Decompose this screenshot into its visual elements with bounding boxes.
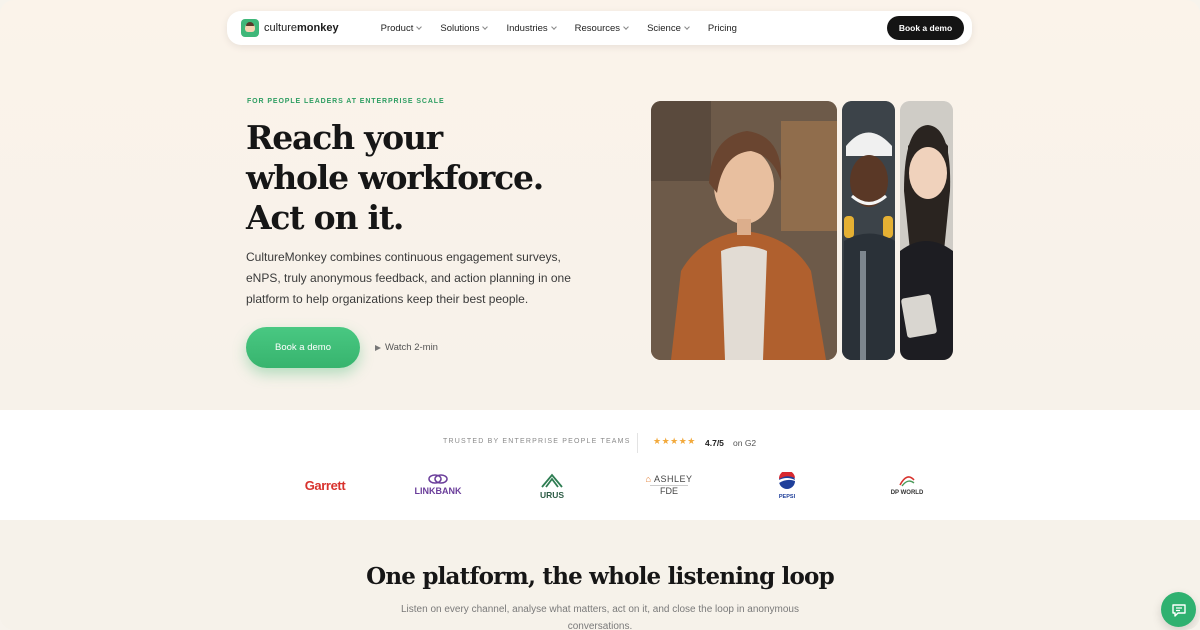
- chevron-down-icon: [684, 24, 690, 30]
- nav-item-product[interactable]: Product: [381, 23, 423, 34]
- chevron-down-icon: [416, 24, 423, 30]
- hero-photo-woman: [651, 101, 837, 360]
- rating-source: on G2: [733, 438, 757, 448]
- dp-world-mark-icon: [899, 476, 915, 487]
- chevron-down-icon: [550, 24, 557, 30]
- nav-item-solutions[interactable]: Solutions: [440, 23, 489, 34]
- nav-item-science[interactable]: Science: [647, 23, 690, 34]
- logo-pepsi: PEPSI: [773, 470, 801, 500]
- fde-text: FDE: [650, 485, 688, 496]
- nav-item-pricing[interactable]: Pricing: [708, 23, 737, 34]
- linkbank-mark-icon: [428, 474, 448, 484]
- watch-label: Watch 2-min: [385, 342, 438, 353]
- nav-book-demo-button[interactable]: Book a demo: [887, 16, 964, 40]
- nav-item-industries[interactable]: Industries: [506, 23, 557, 34]
- house-icon: ⌂: [645, 474, 652, 484]
- play-icon: [375, 344, 381, 351]
- brand-logo[interactable]: culturemonkey: [241, 19, 339, 37]
- trust-divider: [637, 433, 638, 453]
- top-nav: culturemonkey Product Solutions Industri…: [227, 11, 972, 45]
- hero-photo-worker: [842, 101, 895, 360]
- chevron-down-icon: [482, 24, 489, 30]
- headline-line-1: Reach your: [246, 118, 443, 157]
- chat-launcher-button[interactable]: [1161, 592, 1196, 627]
- chevron-down-icon: [623, 24, 629, 30]
- ashley-text: ⌂ ASHLEY: [645, 474, 693, 484]
- rating-stars-icon: ★★★★★: [653, 436, 696, 446]
- trust-strip: [0, 410, 1200, 520]
- linkbank-text: LINKBANK: [414, 486, 462, 496]
- brand-name: culturemonkey: [264, 22, 339, 34]
- page: culturemonkey Product Solutions Industri…: [0, 0, 1200, 630]
- hero-photo-woman-tablet: [900, 101, 953, 360]
- nav-item-resources[interactable]: Resources: [575, 23, 629, 34]
- nav-menu: Product Solutions Industries Resources S…: [381, 23, 756, 34]
- logo-linkbank: LINKBANK: [410, 474, 466, 496]
- pepsi-text: PEPSI: [778, 494, 796, 500]
- logo-ashley-fde: ⌂ ASHLEY FDE: [640, 474, 698, 496]
- logo-dp-world: DP WORLD: [883, 474, 931, 496]
- urus-text: URUS: [539, 490, 565, 500]
- hero-book-demo-button[interactable]: Book a demo: [246, 327, 360, 368]
- dp-world-text: DP WORLD: [890, 490, 924, 496]
- hero-headline: Reach your whole workforce. Act on it.: [246, 118, 576, 238]
- urus-mark-icon: [541, 473, 563, 488]
- section-title: One platform, the whole listening loop: [366, 563, 835, 590]
- headline-line-3: Act on it.: [246, 198, 404, 237]
- hero-eyebrow: FOR PEOPLE LEADERS AT ENTERPRISE SCALE: [247, 98, 445, 105]
- pepsi-globe-icon: [778, 470, 795, 489]
- chat-bubble-icon: [1171, 603, 1186, 617]
- watch-video-link[interactable]: Watch 2-min: [375, 342, 438, 353]
- rating-value: 4.7/5: [705, 438, 724, 448]
- trusted-by-label: TRUSTED BY ENTERPRISE PEOPLE TEAMS: [443, 438, 631, 445]
- section-subtitle: Listen on every channel, analyse what ma…: [400, 604, 799, 630]
- logo-garrett: Garrett: [304, 478, 346, 493]
- logo-urus: URUS: [536, 473, 568, 500]
- headline-line-2: whole workforce.: [246, 158, 544, 197]
- hero-description: CultureMonkey combines continuous engage…: [246, 250, 571, 306]
- monkey-logo-icon: [241, 19, 259, 37]
